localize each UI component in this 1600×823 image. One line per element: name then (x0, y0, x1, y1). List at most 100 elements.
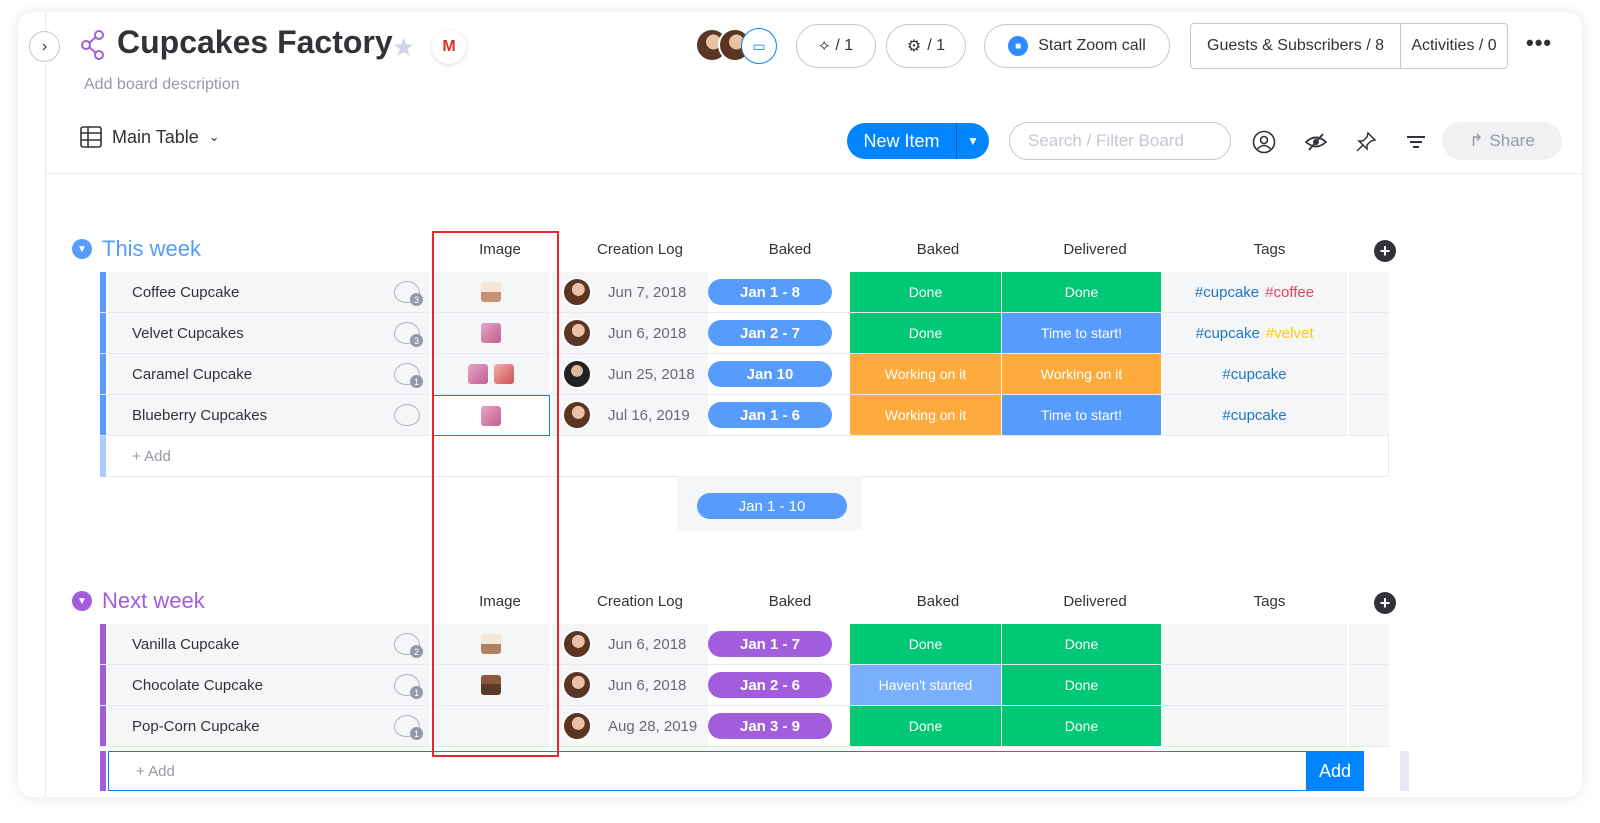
tag[interactable]: #cupcake (1196, 325, 1260, 342)
person-filter-icon[interactable] (1250, 128, 1278, 156)
column-header-baked-timeline[interactable]: Baked (718, 593, 862, 610)
tag[interactable]: #cupcake (1222, 407, 1286, 424)
delivered-status[interactable]: Working on it (1002, 354, 1162, 395)
view-selector[interactable]: Main Table ⌄ (80, 126, 220, 148)
group-header-next-week[interactable]: ▼ Next week (72, 588, 205, 614)
column-header-creation-log[interactable]: Creation Log (570, 241, 710, 258)
delivered-status[interactable]: Done (1002, 624, 1162, 665)
star-icon[interactable]: ★ (392, 32, 415, 63)
guests-subscribers-button[interactable]: Guests & Subscribers / 8 (1191, 24, 1401, 68)
item-name[interactable]: Vanilla Cupcake 2 (108, 624, 430, 665)
delivered-status[interactable]: Done (1002, 665, 1162, 706)
timeline-bar[interactable]: Jan 2 - 7 (708, 320, 832, 346)
group-collapse-icon[interactable]: ▼ (72, 239, 92, 259)
tag[interactable]: #cupcake (1195, 284, 1259, 301)
table-row[interactable]: Coffee Cupcake 3 Jun 7, 2018 Jan 1 - 8 D… (100, 272, 1410, 313)
tags-cell[interactable] (1162, 624, 1347, 665)
timeline-bar[interactable]: Jan 3 - 9 (708, 713, 832, 739)
new-item-label[interactable]: New Item (847, 123, 957, 159)
avatar[interactable] (562, 711, 592, 741)
delivered-status[interactable]: Time to start! (1002, 313, 1162, 354)
comment-icon[interactable]: 1 (394, 674, 423, 699)
baked-status[interactable]: Done (850, 272, 1002, 313)
gmail-icon[interactable]: M (432, 30, 466, 64)
comment-icon[interactable]: 3 (394, 281, 423, 306)
filter-icon[interactable] (1402, 128, 1430, 156)
timeline-cell[interactable]: Jan 2 - 6 (708, 665, 850, 706)
comment-icon[interactable] (394, 404, 420, 426)
column-header-tags[interactable]: Tags (1177, 593, 1362, 610)
automations-button[interactable]: ⚙ / 1 (886, 24, 966, 68)
timeline-bar[interactable]: Jan 2 - 6 (708, 672, 832, 698)
column-header-delivered[interactable]: Delivered (1015, 241, 1175, 258)
tags-cell[interactable] (1162, 665, 1347, 706)
timeline-bar[interactable]: Jan 1 - 6 (708, 402, 832, 428)
baked-status[interactable]: Done (850, 313, 1002, 354)
table-row[interactable]: Velvet Cupcakes 3 Jun 6, 2018 Jan 2 - 7 … (100, 313, 1410, 354)
delivered-status[interactable]: Done (1002, 706, 1162, 747)
timeline-bar[interactable]: Jan 1 - 8 (708, 279, 832, 305)
timeline-cell[interactable]: Jan 3 - 9 (708, 706, 850, 747)
board-description[interactable]: Add board description (84, 76, 240, 94)
chevron-right-icon[interactable]: › (29, 31, 60, 62)
table-row[interactable]: Caramel Cupcake 1 Jun 25, 2018 Jan 10 Wo… (100, 354, 1410, 395)
avatar[interactable] (562, 359, 592, 389)
tags-cell[interactable]: #cupcake #velvet (1162, 313, 1347, 354)
tags-cell[interactable]: #cupcake (1162, 354, 1347, 395)
tag[interactable]: #coffee (1265, 284, 1314, 301)
timeline-cell[interactable]: Jan 1 - 7 (708, 624, 850, 665)
add-item-field[interactable] (108, 751, 1307, 791)
group-collapse-icon[interactable]: ▼ (72, 591, 92, 611)
avatar[interactable] (562, 629, 592, 659)
table-row[interactable]: Pop-Corn Cupcake 1 Aug 28, 2019 Jan 3 - … (100, 706, 1410, 747)
tags-cell[interactable]: #cupcake #coffee (1162, 272, 1347, 313)
timeline-bar[interactable]: Jan 1 - 7 (708, 631, 832, 657)
item-name[interactable]: Caramel Cupcake 1 (108, 354, 430, 395)
item-name[interactable]: Pop-Corn Cupcake 1 (108, 706, 430, 747)
group-title[interactable]: This week (102, 236, 201, 262)
avatar[interactable] (562, 400, 592, 430)
delivered-status[interactable]: Time to start! (1002, 395, 1162, 436)
table-row[interactable]: Chocolate Cupcake 1 Jun 6, 2018 Jan 2 - … (100, 665, 1410, 706)
item-name[interactable]: Velvet Cupcakes 3 (108, 313, 430, 354)
timeline-cell[interactable]: Jan 10 (708, 354, 850, 395)
tag[interactable]: #velvet (1266, 325, 1314, 342)
add-item-input[interactable]: + Add (100, 436, 171, 477)
comment-icon[interactable]: 1 (394, 715, 423, 740)
pin-icon[interactable] (1352, 128, 1380, 156)
timeline-cell[interactable]: Jan 2 - 7 (708, 313, 850, 354)
avatar[interactable] (562, 670, 592, 700)
column-header-baked-timeline[interactable]: Baked (718, 241, 862, 258)
tag[interactable]: #cupcake (1222, 366, 1286, 383)
item-name[interactable]: Coffee Cupcake 3 (108, 272, 430, 313)
timeline-bar[interactable]: Jan 10 (708, 361, 832, 387)
add-item-button[interactable]: Add (1306, 751, 1364, 791)
hide-columns-icon[interactable] (1302, 128, 1330, 156)
share-button[interactable]: ↱ Share (1442, 122, 1562, 160)
comment-icon[interactable]: 1 (394, 363, 423, 388)
add-column-icon[interactable]: + (1374, 240, 1396, 262)
item-name[interactable]: Chocolate Cupcake 1 (108, 665, 430, 706)
avatar[interactable] (562, 318, 592, 348)
activities-button[interactable]: Activities / 0 (1401, 24, 1507, 68)
baked-status[interactable]: Done (850, 706, 1002, 747)
group-title[interactable]: Next week (102, 588, 205, 614)
column-header-delivered[interactable]: Delivered (1015, 593, 1175, 610)
tags-cell[interactable] (1162, 706, 1347, 747)
zoom-call-button[interactable]: ■ Start Zoom call (984, 24, 1170, 68)
comment-icon[interactable]: 3 (394, 322, 423, 347)
item-name[interactable]: Blueberry Cupcakes (108, 395, 430, 436)
delivered-status[interactable]: Done (1002, 272, 1162, 313)
baked-status[interactable]: Working on it (850, 354, 1002, 395)
column-header-creation-log[interactable]: Creation Log (570, 593, 710, 610)
board-title[interactable]: Cupcakes Factory (117, 24, 393, 61)
comment-icon[interactable]: 2 (394, 633, 423, 658)
more-options-icon[interactable]: ••• (1526, 30, 1552, 56)
add-item-input[interactable]: + Add (104, 751, 175, 791)
column-header-tags[interactable]: Tags (1177, 241, 1362, 258)
baked-status[interactable]: Working on it (850, 395, 1002, 436)
column-header-baked-status[interactable]: Baked (862, 593, 1014, 610)
view-subscribers-icon[interactable]: ▭ (741, 28, 777, 64)
search-input[interactable] (1009, 122, 1231, 160)
column-header-baked-status[interactable]: Baked (862, 241, 1014, 258)
